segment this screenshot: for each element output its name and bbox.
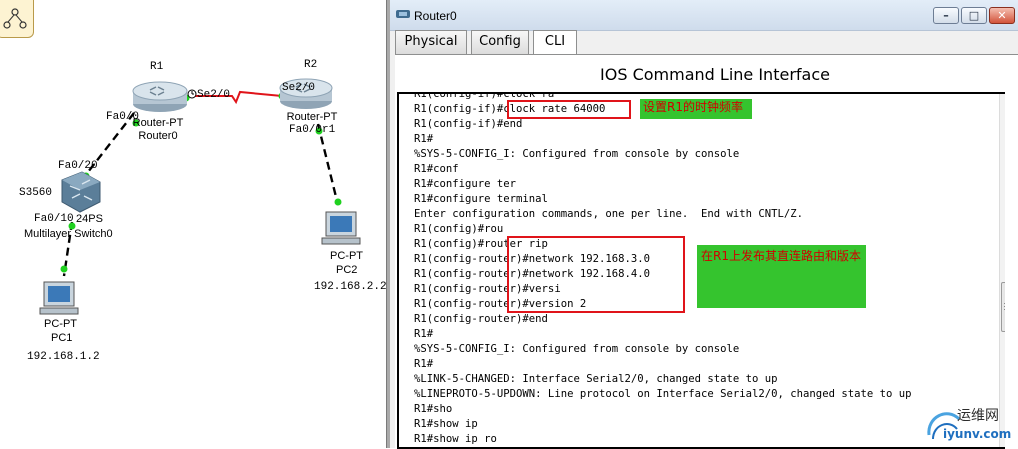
- router-window: Router0 – □ ✕ Physical Config CLI IOS Co…: [390, 0, 1018, 449]
- r1-device-label: Router0: [138, 130, 178, 142]
- scrollbar-thumb[interactable]: [1001, 282, 1005, 332]
- pc2-model-label: PC-PT: [330, 250, 363, 262]
- tab-cli[interactable]: CLI: [533, 30, 577, 56]
- watermark-text: 运维网: [957, 408, 999, 424]
- maximize-icon: □: [968, 9, 980, 22]
- console-line: Enter configuration commands, one per li…: [414, 208, 804, 220]
- console-line: R1#: [414, 133, 434, 145]
- pc1-icon[interactable]: [39, 281, 79, 315]
- multilayer-switch-icon[interactable]: [61, 171, 101, 213]
- console-line: R1(config-if)#end: [414, 118, 523, 130]
- minimize-icon: –: [943, 9, 949, 22]
- console-line: R1(config)#rou: [414, 223, 504, 235]
- rip-config-annotation: 在R1上发布其直连路由和版本: [697, 245, 866, 308]
- pc1-ip-label: 192.168.1.2: [27, 351, 100, 363]
- close-button[interactable]: ✕: [989, 7, 1015, 24]
- cli-console[interactable]: R1(config-if)#clock ra R1(config-if)#clo…: [397, 92, 1005, 449]
- console-line: R1#show ip: [414, 418, 478, 430]
- console-line: %LINEPROTO-5-UPDOWN: Line protocol on In…: [414, 388, 912, 400]
- port-status-dot: [334, 198, 342, 206]
- switch-device-label: Multilayer Switch0: [24, 228, 113, 240]
- topology-canvas[interactable]: R1 R2 Se2/0 Se2/0 Fa0/0 Router-PT Router…: [0, 0, 386, 448]
- router-r1-icon[interactable]: [132, 81, 188, 112]
- switch-model-label: 24PS: [76, 213, 103, 225]
- pc2-ip-label: 192.168.2.2: [314, 281, 386, 293]
- site-watermark: 运维网 iyunv.com: [925, 403, 1018, 448]
- pc1-device-label: PC1: [51, 332, 73, 344]
- window-titlebar[interactable]: Router0 – □ ✕: [390, 0, 1018, 31]
- switch-up-port-label: Fa0/20: [58, 160, 98, 172]
- tab-physical[interactable]: Physical: [395, 30, 467, 54]
- maximize-button[interactable]: □: [961, 7, 987, 24]
- console-line: R1#sho: [414, 403, 453, 415]
- console-line: %LINK-5-CHANGED: Interface Serial2/0, ch…: [414, 373, 778, 385]
- console-line: R1#: [414, 358, 434, 370]
- r2-model-label: Router-PT: [286, 111, 338, 123]
- clock-rate-annotation: 设置R1的时钟频率: [640, 99, 752, 119]
- console-line: %SYS-5-CONFIG_I: Configured from console…: [414, 343, 740, 355]
- watermark-domain: iyunv.com: [943, 427, 1012, 441]
- console-line: %SYS-5-CONFIG_I: Configured from console…: [414, 148, 740, 160]
- tab-config[interactable]: Config: [471, 30, 529, 54]
- console-line: R1(config-router)#end: [414, 313, 548, 325]
- clock-icon: [187, 89, 197, 99]
- console-line: R1#show ip ro: [414, 433, 497, 445]
- console-line: R1#configure ter: [414, 178, 517, 190]
- r2-name-label: R2: [304, 59, 318, 71]
- pc2-icon[interactable]: [321, 211, 361, 245]
- r1-model-label: Router-PT: [132, 117, 184, 129]
- rip-config-highlight-box: [507, 236, 685, 313]
- console-line: R1#configure terminal: [414, 193, 548, 205]
- close-icon: ✕: [997, 9, 1007, 22]
- r2-serial-label: Se2/0: [282, 82, 316, 94]
- switch-down-port-label: Fa0/10: [34, 213, 74, 225]
- r1-name-label: R1: [150, 61, 164, 73]
- port-status-dot: [60, 265, 68, 273]
- link-r2-pc2: [316, 123, 340, 206]
- console-line: R1#conf: [414, 163, 459, 175]
- r2-fa-label: Fa0/0r1: [289, 124, 336, 136]
- minimize-button[interactable]: –: [933, 7, 959, 24]
- pc1-model-label: PC-PT: [44, 318, 77, 330]
- cli-heading: IOS Command Line Interface: [600, 65, 830, 84]
- console-scrollbar[interactable]: [999, 94, 1005, 447]
- console-line: R1#: [414, 328, 434, 340]
- switch-name-label: S3560: [19, 187, 53, 199]
- window-title: Router0: [414, 9, 457, 23]
- clock-rate-highlight-box: [507, 100, 631, 119]
- cli-panel: IOS Command Line Interface R1(config-if)…: [395, 54, 1018, 449]
- r1-serial-label: Se2/0: [197, 89, 231, 101]
- pc2-device-label: PC2: [336, 264, 358, 276]
- router-app-icon: [396, 10, 410, 18]
